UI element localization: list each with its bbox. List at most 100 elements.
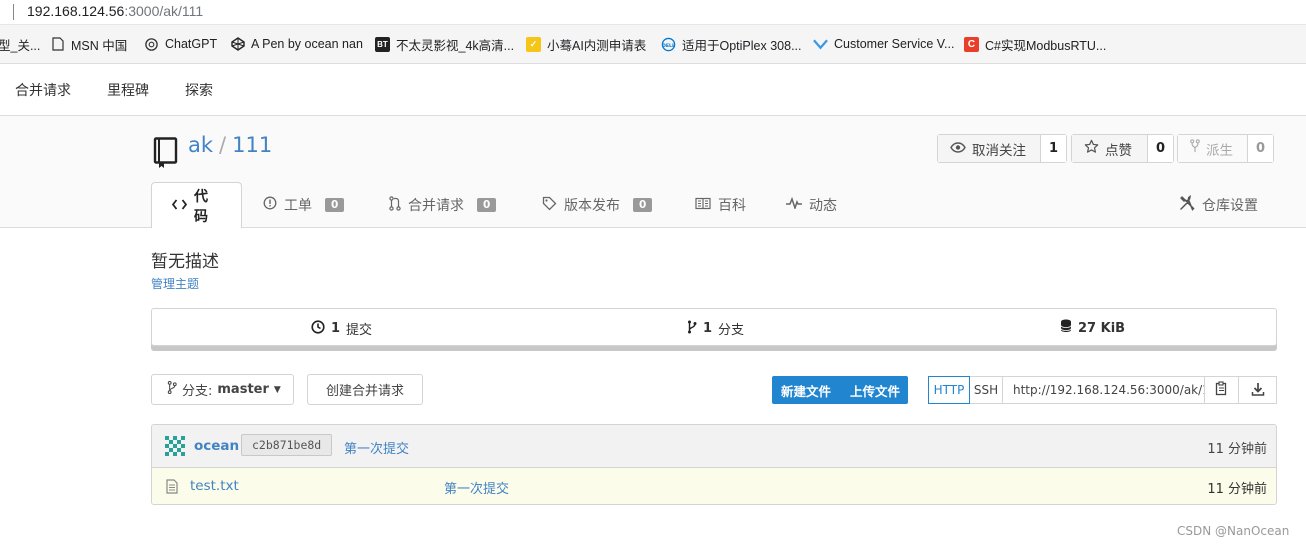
- clone-http-button[interactable]: HTTP: [928, 376, 970, 404]
- clipboard-icon: [1215, 381, 1228, 399]
- bookmark-item[interactable]: MSN 中国: [50, 25, 127, 63]
- repo-title-separator: /: [219, 133, 227, 157]
- manage-topics-link[interactable]: 管理主题: [151, 275, 199, 292]
- nav-milestones[interactable]: 里程碑: [107, 80, 149, 100]
- address-bar[interactable]: 192.168.124.56:3000/ak/111: [0, 0, 1306, 25]
- commits-count: 1: [331, 321, 341, 336]
- tab-releases[interactable]: 版本发布 0: [542, 182, 653, 228]
- star-icon: [1084, 139, 1099, 158]
- watch-count[interactable]: 1: [1040, 135, 1066, 162]
- history-icon: [311, 319, 325, 338]
- commit-message-link[interactable]: 第一次提交: [344, 438, 409, 457]
- unwatch-button[interactable]: 取消关注: [938, 135, 1041, 162]
- tab-wiki[interactable]: 百科: [695, 182, 746, 228]
- fork-label: 派生: [1206, 142, 1233, 159]
- csdn-icon: C: [964, 36, 979, 52]
- branch-dropdown[interactable]: 分支: master ▼: [151, 374, 294, 405]
- bookmark-item[interactable]: DELL 适用于OptiPlex 308...: [661, 25, 802, 63]
- fork-count[interactable]: 0: [1247, 135, 1273, 162]
- svg-text:DELL: DELL: [662, 42, 675, 48]
- pull-requests-count-badge: 0: [477, 198, 497, 212]
- clone-ssh-button[interactable]: SSH: [970, 376, 1003, 404]
- bookmarks-bar: 型_关... MSN 中国 ChatGPT A Pen by ocean nan…: [0, 25, 1306, 64]
- star-count[interactable]: 0: [1147, 135, 1173, 162]
- bookmark-item[interactable]: ✓ 小蓦AI内测申请表: [526, 25, 646, 63]
- repo-name-link[interactable]: 111: [232, 133, 272, 157]
- tab-settings-label: 仓库设置: [1202, 198, 1258, 214]
- nav-explore[interactable]: 探索: [185, 80, 213, 100]
- bookmark-label: Customer Service V...: [834, 37, 955, 51]
- tab-issues-label: 工单: [284, 198, 312, 214]
- database-icon: [1060, 319, 1072, 337]
- tab-issues[interactable]: 工单 0: [263, 182, 345, 228]
- watch-button-group: 取消关注 1: [937, 134, 1067, 163]
- file-text-icon: [166, 479, 178, 498]
- url-path: :3000/ak/111: [124, 3, 204, 19]
- copy-url-button[interactable]: [1205, 376, 1239, 404]
- bookmark-item[interactable]: 型_关...: [0, 25, 40, 63]
- bookmark-item[interactable]: BT 不太灵影视_4k高清...: [375, 25, 514, 63]
- file-commit-time: 11 分钟前: [1207, 482, 1267, 497]
- repo-size: 27 KiB: [1078, 320, 1126, 336]
- upload-file-button[interactable]: 上传文件: [841, 381, 900, 400]
- dell-icon: DELL: [661, 37, 676, 52]
- download-icon: [1251, 382, 1265, 399]
- nav-pull-requests[interactable]: 合并请求: [15, 80, 71, 100]
- commits-label: 提交: [346, 323, 373, 338]
- branches-label: 分支: [718, 323, 745, 338]
- new-file-button[interactable]: 新建文件: [772, 381, 841, 400]
- issues-count-badge: 0: [325, 198, 345, 212]
- file-action-group: 新建文件 上传文件: [772, 376, 908, 404]
- repo-title: ak/111: [188, 133, 272, 157]
- bookmark-label: ChatGPT: [165, 37, 218, 51]
- tab-settings[interactable]: 仓库设置: [1179, 182, 1258, 228]
- unwatch-label: 取消关注: [972, 142, 1026, 159]
- bookmark-item[interactable]: Customer Service V...: [813, 25, 954, 63]
- branches-stat[interactable]: 1 分支: [687, 319, 744, 338]
- branch-name: master: [217, 382, 269, 397]
- url-host: 192.168.124.56: [27, 3, 125, 19]
- tab-code-label: 代码: [194, 188, 208, 225]
- fork-button[interactable]: 派生: [1178, 135, 1248, 162]
- commits-stat[interactable]: 1 提交: [311, 319, 372, 338]
- star-button[interactable]: 点赞: [1072, 135, 1148, 162]
- tab-wiki-label: 百科: [718, 198, 746, 214]
- bt-icon: BT: [375, 36, 390, 52]
- size-stat: 27 KiB: [1060, 319, 1125, 337]
- bookmark-item[interactable]: C C#实现ModbusRTU...: [964, 25, 1106, 63]
- download-button[interactable]: [1239, 376, 1277, 404]
- tab-activity-label: 动态: [809, 198, 837, 214]
- bookmark-item[interactable]: ChatGPT: [144, 25, 217, 63]
- codepen-icon: [230, 37, 245, 52]
- tab-activity[interactable]: 动态: [786, 182, 837, 228]
- avatar: [163, 434, 187, 462]
- tab-pull-requests-label: 合并请求: [408, 198, 464, 214]
- form-icon: ✓: [526, 36, 541, 52]
- star-label: 点赞: [1105, 142, 1132, 159]
- bookmark-item[interactable]: A Pen by ocean nan: [230, 25, 363, 63]
- tab-code[interactable]: 代码: [151, 182, 242, 228]
- bookmark-label: 小蓦AI内测申请表: [547, 38, 647, 53]
- openai-icon: [144, 37, 159, 52]
- commit-sha-button[interactable]: c2b871be8d: [241, 434, 333, 456]
- repo-owner-link[interactable]: ak: [188, 133, 213, 157]
- create-pull-request-button[interactable]: 创建合并请求: [307, 374, 423, 405]
- file-commit-message-link[interactable]: 第一次提交: [444, 478, 509, 497]
- pulse-icon: [786, 196, 802, 213]
- bookmark-label: A Pen by ocean nan: [251, 37, 363, 51]
- caret-down-icon: ▼: [273, 384, 281, 395]
- tab-pull-requests[interactable]: 合并请求 0: [389, 182, 497, 228]
- code-icon: [171, 198, 188, 214]
- commit-author-link[interactable]: ocean: [194, 438, 239, 454]
- book-icon: [695, 197, 711, 214]
- bookmark-label: 不太灵影视_4k高清...: [396, 38, 515, 53]
- latest-commit-row: ocean c2b871be8d 第一次提交 11 分钟前: [152, 425, 1276, 468]
- issue-icon: [263, 196, 277, 214]
- file-name-link[interactable]: test.txt: [190, 478, 239, 494]
- branch-prefix: 分支:: [182, 384, 213, 399]
- table-row: test.txt 第一次提交 11 分钟前: [152, 468, 1276, 504]
- url-text[interactable]: 192.168.124.56:3000/ak/111: [27, 3, 203, 19]
- tab-releases-label: 版本发布: [564, 198, 620, 214]
- clone-url-input[interactable]: http://192.168.124.56:3000/ak/111.git: [1003, 376, 1205, 404]
- watermark: CSDN @NanOcean: [1177, 524, 1290, 538]
